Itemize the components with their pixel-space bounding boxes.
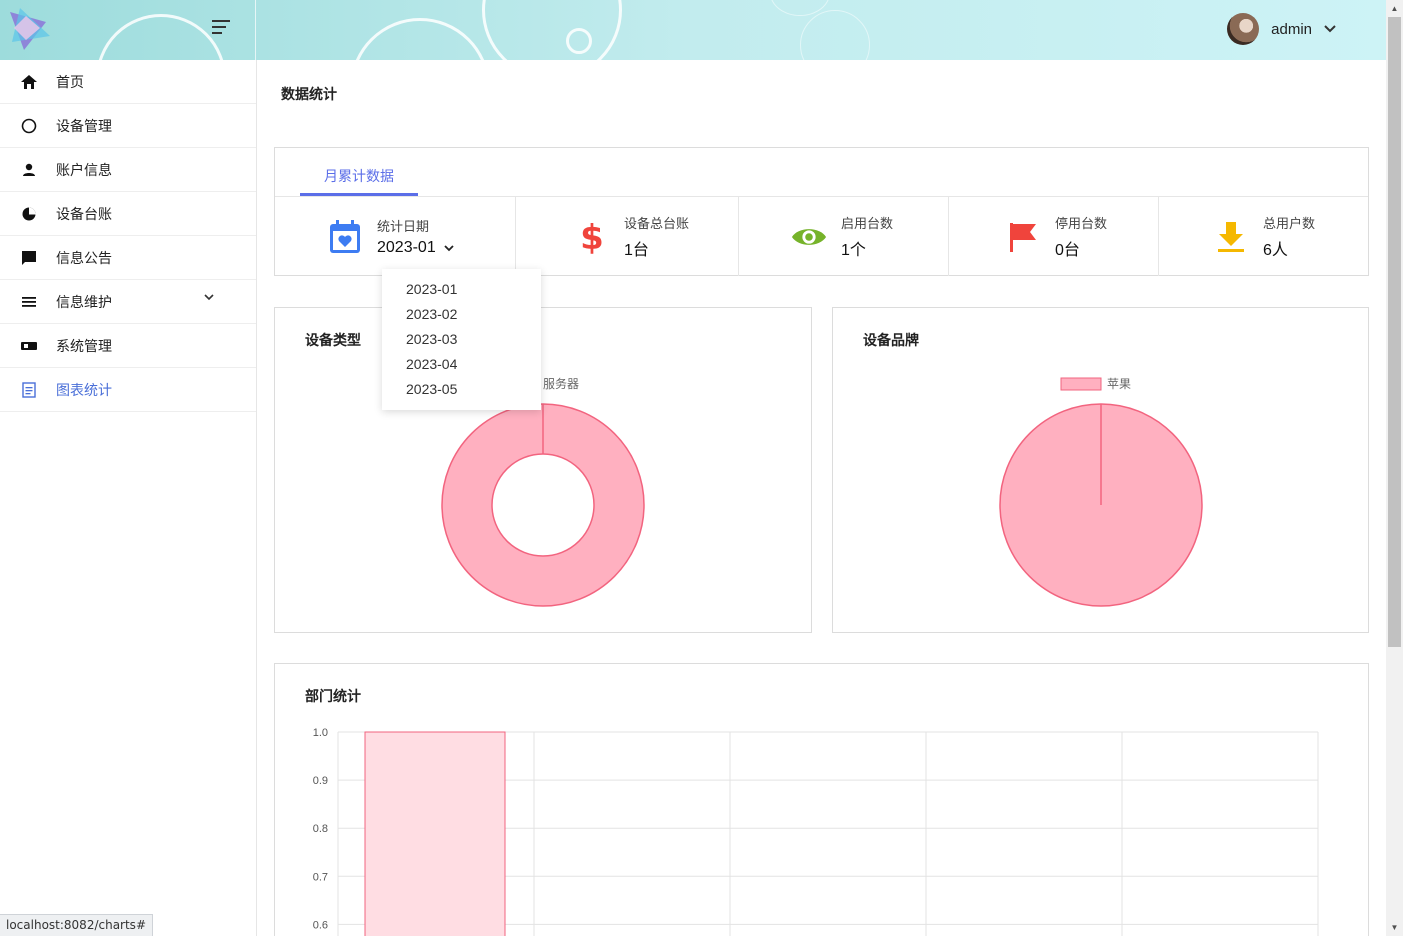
logo-area: [0, 0, 256, 60]
device-type-chart: 服务器: [441, 376, 645, 607]
flag-icon: [1005, 219, 1041, 255]
page-scrollbar[interactable]: ▲ ▼: [1386, 0, 1403, 936]
avatar: [1227, 13, 1260, 45]
user-menu[interactable]: admin: [1227, 13, 1336, 45]
top-bar: admin: [0, 0, 1386, 60]
sidebar-item-label: 设备管理: [56, 117, 112, 134]
sidebar-item-label: 首页: [56, 73, 84, 90]
date-option[interactable]: 2023-05: [382, 377, 541, 402]
sidebar-item-device-ledger[interactable]: 设备台账: [0, 192, 256, 236]
scroll-down-arrow[interactable]: ▼: [1386, 919, 1403, 936]
menu-toggle-icon[interactable]: [212, 20, 232, 38]
sidebar-item-label: 设备台账: [56, 205, 112, 222]
stat-total: $ 设备总台账 1台: [516, 197, 739, 276]
device-brand-chart: 苹果: [999, 377, 1203, 607]
date-option[interactable]: 2023-03: [382, 327, 541, 352]
sidebar-item-announcements[interactable]: 信息公告: [0, 236, 256, 280]
stat-active-label: 启用台数: [841, 216, 894, 231]
stats-card: 月累计数据 统计日期 2023-01 $ 设备总台账 1台 启用台数 1个 停用…: [274, 147, 1369, 276]
legend-label: 苹果: [1107, 377, 1131, 391]
stat-users: 总用户数 6人: [1159, 197, 1369, 276]
decor-circle: [566, 28, 592, 54]
department-chart: 1.0 0.9 0.8 0.7 0.6: [313, 727, 1319, 936]
sidebar-item-label: 账户信息: [56, 161, 112, 178]
device-type-card: 设备类型 服务器: [274, 307, 812, 633]
date-option[interactable]: 2023-01: [382, 277, 541, 302]
home-icon: [20, 73, 38, 91]
toggle-icon: [20, 337, 38, 355]
stat-total-value: 1台: [624, 242, 649, 259]
list-icon: [20, 293, 38, 311]
legend-swatch: [1060, 377, 1102, 391]
status-bar-url: localhost:8082/charts#: [0, 914, 153, 936]
logo: [10, 8, 50, 50]
stat-users-value: 6人: [1263, 242, 1288, 259]
chevron-down-icon: [1324, 25, 1336, 33]
calendar-icon: [327, 219, 363, 255]
y-tick-label: 0.9: [313, 775, 328, 787]
stat-active: 启用台数 1个: [739, 197, 949, 276]
date-dropdown: 2023-01 2023-02 2023-03 2023-04 2023-05: [382, 269, 541, 410]
sidebar: 首页 设备管理 账户信息 设备台账 信息公告 信息维护 系统管理 图表统计: [0, 60, 257, 936]
stat-active-value: 1个: [841, 242, 866, 259]
scroll-thumb[interactable]: [1388, 17, 1401, 647]
circle-icon: [20, 117, 38, 135]
date-option[interactable]: 2023-02: [382, 302, 541, 327]
eye-icon: [791, 219, 827, 255]
sidebar-item-home[interactable]: 首页: [0, 60, 256, 104]
stat-date: 统计日期 2023-01: [275, 197, 516, 276]
sidebar-item-label: 系统管理: [56, 337, 112, 354]
dollar-icon: $: [574, 219, 610, 255]
document-icon: [20, 381, 38, 399]
date-select[interactable]: 2023-01: [377, 239, 454, 257]
bar[interactable]: [364, 731, 506, 936]
decor-circle: [800, 10, 870, 60]
decor-circle: [482, 0, 622, 60]
scroll-up-arrow[interactable]: ▲: [1386, 0, 1403, 17]
y-tick-label: 1.0: [313, 727, 328, 739]
download-icon: [1213, 219, 1249, 255]
chevron-down-icon: [444, 244, 454, 251]
legend-label: 服务器: [543, 376, 579, 391]
stat-stopped: 停用台数 0台: [949, 197, 1159, 276]
date-select-value: 2023-01: [377, 239, 436, 256]
sidebar-item-device-management[interactable]: 设备管理: [0, 104, 256, 148]
donut-inner-edge: [491, 453, 595, 557]
sidebar-item-charts[interactable]: 图表统计: [0, 368, 256, 412]
stat-users-label: 总用户数: [1263, 216, 1316, 231]
main-content: 数据统计 月累计数据 统计日期 2023-01 $ 设备总台账 1台 启用台数 …: [257, 60, 1386, 936]
device-brand-card: 设备品牌 苹果: [832, 307, 1369, 633]
sidebar-item-info-maintenance[interactable]: 信息维护: [0, 280, 256, 324]
decor-circle: [350, 18, 490, 60]
stat-date-label: 统计日期: [377, 219, 430, 234]
pie-icon: [20, 205, 38, 223]
username: admin: [1271, 20, 1312, 38]
y-tick-label: 0.7: [313, 871, 328, 883]
stat-stopped-label: 停用台数: [1055, 216, 1108, 231]
date-option[interactable]: 2023-04: [382, 352, 541, 377]
stat-total-label: 设备总台账: [624, 216, 690, 231]
sidebar-item-label: 信息公告: [56, 249, 112, 266]
tab-monthly[interactable]: 月累计数据: [300, 148, 418, 196]
person-icon: [20, 161, 38, 179]
chevron-down-icon: [204, 294, 214, 301]
stat-stopped-value: 0台: [1055, 242, 1080, 259]
department-card: 部门统计 1.0 0.9 0.8 0.7 0.6: [274, 663, 1369, 936]
sidebar-item-label: 信息维护: [56, 293, 112, 310]
sidebar-item-system[interactable]: 系统管理: [0, 324, 256, 368]
sidebar-item-label: 图表统计: [56, 381, 112, 398]
sidebar-item-account[interactable]: 账户信息: [0, 148, 256, 192]
page-title: 数据统计: [281, 86, 337, 102]
y-tick-label: 0.6: [313, 919, 328, 931]
y-tick-label: 0.8: [313, 823, 328, 835]
svg-text:$: $: [580, 220, 604, 254]
chat-icon: [20, 249, 38, 267]
